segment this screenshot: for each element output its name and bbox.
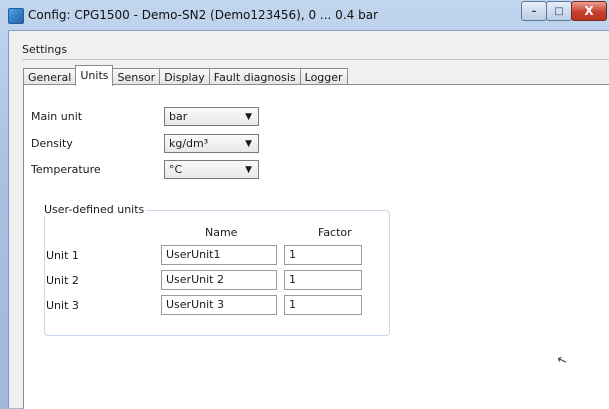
- close-button[interactable]: X: [571, 1, 607, 21]
- unit-1-name-field[interactable]: UserUnit1: [161, 245, 277, 265]
- app-icon: [8, 8, 24, 24]
- title-bar[interactable]: Config: CPG1500 - Demo-SN2 (Demo123456),…: [0, 0, 609, 30]
- tab-units[interactable]: Units: [75, 65, 114, 86]
- settings-group-divider: [22, 59, 609, 60]
- temperature-value: °C: [169, 163, 183, 176]
- client-area: Settings General Units Sensor Display Fa…: [8, 30, 609, 409]
- user-defined-units-legend: User-defined units: [42, 203, 147, 216]
- density-label: Density: [31, 137, 73, 150]
- factor-column-header: Factor: [318, 226, 352, 239]
- main-unit-value: bar: [169, 110, 188, 123]
- unit-2-name-field[interactable]: UserUnit 2: [161, 270, 277, 290]
- maximize-button[interactable]: □: [546, 1, 572, 21]
- density-value: kg/dm³: [169, 137, 209, 150]
- tab-strip: General Units Sensor Display Fault diagn…: [23, 65, 348, 86]
- units-tab-panel: Main unit bar ▼ Density kg/dm³ ▼ Tempera…: [23, 84, 609, 409]
- minimize-button[interactable]: –: [521, 1, 547, 21]
- unit-3-factor-field[interactable]: 1: [284, 295, 362, 315]
- unit-1-factor-field[interactable]: 1: [284, 245, 362, 265]
- unit-3-name-field[interactable]: UserUnit 3: [161, 295, 277, 315]
- temperature-select[interactable]: °C ▼: [164, 160, 259, 179]
- main-unit-label: Main unit: [31, 110, 83, 123]
- unit-2-label: Unit 2: [46, 274, 79, 287]
- main-unit-select[interactable]: bar ▼: [164, 107, 259, 126]
- unit-2-factor-field[interactable]: 1: [284, 270, 362, 290]
- chevron-down-icon: ▼: [245, 112, 252, 122]
- unit-3-label: Unit 3: [46, 299, 79, 312]
- chevron-down-icon: ▼: [245, 165, 252, 175]
- unit-1-label: Unit 1: [46, 249, 79, 262]
- density-select[interactable]: kg/dm³ ▼: [164, 134, 259, 153]
- temperature-label: Temperature: [31, 163, 101, 176]
- settings-group-label: Settings: [22, 43, 68, 56]
- window-title: Config: CPG1500 - Demo-SN2 (Demo123456),…: [28, 8, 378, 22]
- name-column-header: Name: [205, 226, 238, 239]
- config-window: Config: CPG1500 - Demo-SN2 (Demo123456),…: [0, 0, 609, 409]
- chevron-down-icon: ▼: [245, 139, 252, 149]
